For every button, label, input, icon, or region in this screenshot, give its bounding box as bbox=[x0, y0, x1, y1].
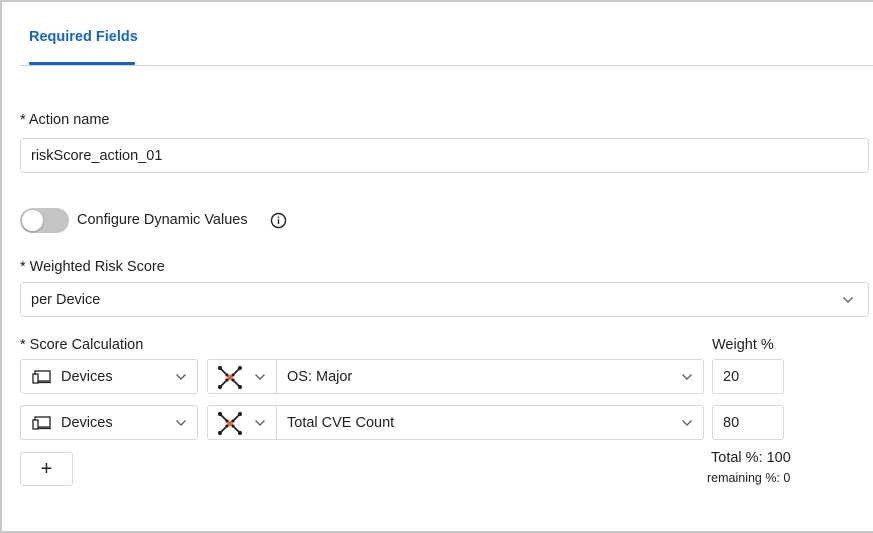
chevron-down-icon bbox=[255, 419, 265, 426]
chevron-down-icon bbox=[176, 373, 186, 380]
entity-select-value: Devices bbox=[61, 368, 113, 385]
attribute-select[interactable]: OS: Major bbox=[276, 359, 704, 394]
add-row-button[interactable]: + bbox=[20, 452, 73, 486]
tab-active-indicator bbox=[29, 62, 135, 65]
weight-label: Weight % bbox=[712, 337, 774, 353]
action-name-label: * Action name bbox=[20, 112, 110, 128]
weight-input[interactable] bbox=[712, 405, 784, 440]
devices-icon bbox=[32, 369, 51, 384]
chevron-down-icon bbox=[843, 296, 853, 303]
tab-required-fields[interactable]: Required Fields bbox=[29, 29, 138, 45]
entity-select[interactable]: Devices bbox=[20, 405, 198, 440]
action-name-input[interactable] bbox=[20, 138, 869, 173]
dynamic-values-toggle[interactable] bbox=[20, 208, 69, 233]
attribute-select-value: OS: Major bbox=[287, 368, 353, 385]
chevron-down-icon bbox=[176, 419, 186, 426]
remaining-percent: remaining %: 0 bbox=[707, 471, 791, 485]
weight-input[interactable] bbox=[712, 359, 784, 394]
entity-select-value: Devices bbox=[61, 414, 113, 431]
toggle-knob bbox=[22, 210, 43, 231]
weighted-risk-score-value: per Device bbox=[31, 291, 101, 308]
node-network-icon bbox=[217, 411, 243, 436]
chevron-down-icon bbox=[682, 419, 692, 426]
operator-select[interactable] bbox=[207, 359, 277, 394]
operator-select[interactable] bbox=[207, 405, 277, 440]
node-network-icon bbox=[217, 365, 243, 390]
form-panel: Required Fields * Action name Configure … bbox=[0, 0, 873, 533]
tab-bar: Required Fields bbox=[20, 2, 873, 66]
dynamic-values-label: Configure Dynamic Values bbox=[77, 212, 248, 228]
score-calculation-label: * Score Calculation bbox=[20, 337, 144, 353]
chevron-down-icon bbox=[255, 373, 265, 380]
info-icon[interactable] bbox=[270, 212, 287, 229]
attribute-select[interactable]: Total CVE Count bbox=[276, 405, 704, 440]
entity-select[interactable]: Devices bbox=[20, 359, 198, 394]
weighted-risk-score-label: * Weighted Risk Score bbox=[20, 259, 165, 275]
attribute-select-value: Total CVE Count bbox=[287, 414, 395, 431]
devices-icon bbox=[32, 415, 51, 430]
weighted-risk-score-select[interactable]: per Device bbox=[20, 282, 869, 317]
total-percent: Total %: 100 bbox=[711, 450, 791, 466]
chevron-down-icon bbox=[682, 373, 692, 380]
